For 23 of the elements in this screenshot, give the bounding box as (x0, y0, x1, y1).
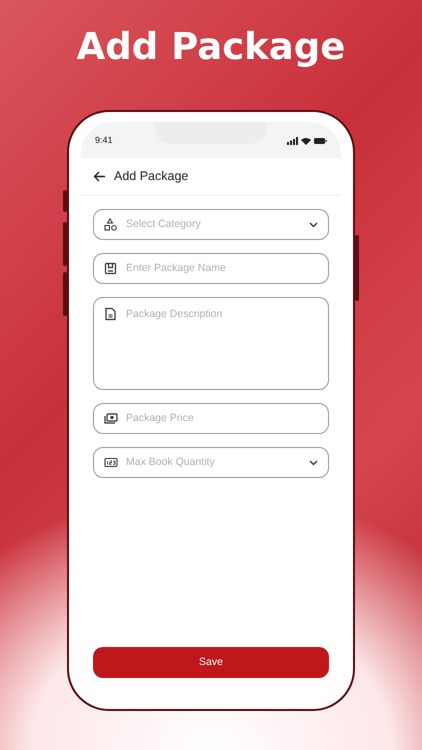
save-icon (104, 262, 118, 276)
banknote-icon (104, 412, 118, 426)
chevron-down-icon (309, 460, 318, 466)
page-headline: Add Package (76, 24, 346, 70)
document-icon (104, 307, 118, 321)
status-icons (287, 136, 327, 145)
dropdown-input[interactable]: Max Book Quantity (126, 454, 301, 470)
description-input[interactable]: Package Description (126, 307, 318, 377)
description-field[interactable]: Package Description (93, 297, 329, 390)
dropdown-field[interactable]: Select Category (93, 209, 329, 240)
text-input[interactable]: Package Price (126, 410, 318, 426)
save-button[interactable]: Save (93, 647, 329, 678)
dropdown-input[interactable]: Select Category (126, 216, 301, 232)
text-input[interactable]: Enter Package Name (126, 260, 318, 276)
screen-title: Add Package (114, 168, 188, 186)
input-field[interactable]: Enter Package Name (93, 253, 329, 284)
chevron-down-icon (309, 222, 318, 228)
input-field[interactable]: Package Price (93, 403, 329, 434)
back-button[interactable] (93, 171, 106, 182)
shapes-icon (104, 218, 118, 232)
status-time: 9:41 (95, 134, 113, 147)
number-box-icon (104, 456, 118, 470)
dropdown-field[interactable]: Max Book Quantity (93, 447, 329, 478)
